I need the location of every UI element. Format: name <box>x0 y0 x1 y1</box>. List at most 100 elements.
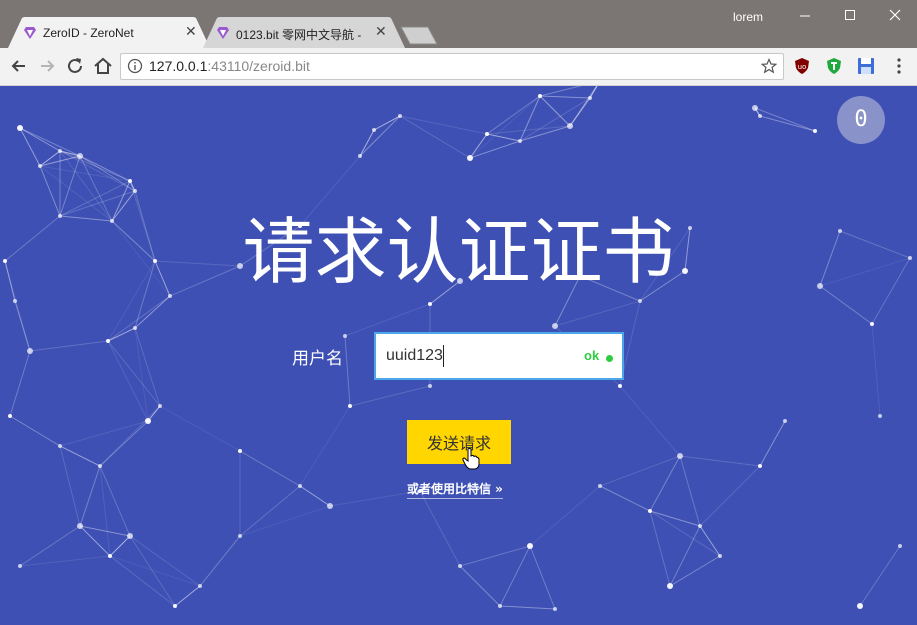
minimize-button[interactable] <box>785 4 825 26</box>
network-node <box>358 154 362 158</box>
forward-button[interactable] <box>36 55 58 77</box>
network-node <box>898 544 902 548</box>
network-node <box>348 404 352 408</box>
network-node <box>518 139 522 143</box>
shield-extension-icon[interactable] <box>825 57 843 75</box>
close-icon <box>889 9 901 21</box>
network-line <box>469 95 541 159</box>
network-line <box>871 323 881 417</box>
network-line <box>599 485 651 512</box>
close-window-button[interactable] <box>875 4 915 26</box>
tab-0123-bit[interactable]: 0123.bit 零网中文导航 - ✕ <box>203 17 405 48</box>
profile-name[interactable]: lorem <box>733 10 763 24</box>
status-dot-icon <box>606 355 613 362</box>
network-line <box>399 115 471 159</box>
tab-zeroid[interactable]: ZeroID - ZeroNet ✕ <box>8 17 210 48</box>
network-node <box>17 125 23 131</box>
network-line <box>109 535 131 557</box>
network-node <box>145 418 151 424</box>
network-node <box>128 179 132 183</box>
zeronet-favicon-icon <box>217 27 229 39</box>
address-bar[interactable]: 127.0.0.1:43110/zeroid.bit <box>120 53 784 80</box>
network-line <box>9 350 31 417</box>
home-button[interactable] <box>92 55 114 77</box>
use-bitmessage-link[interactable]: 或者使用比特信 » <box>407 480 503 499</box>
network-node <box>553 607 557 611</box>
network-node <box>27 348 33 354</box>
network-node <box>428 384 432 388</box>
network-node <box>718 554 722 558</box>
network-line <box>59 150 113 222</box>
url-path: :43110/zeroid.bit <box>207 58 310 74</box>
back-button[interactable] <box>8 55 30 77</box>
network-line <box>859 545 901 607</box>
send-request-button[interactable]: 发送请求 <box>407 420 511 464</box>
username-label: 用户名 <box>292 349 343 369</box>
url-host: 127.0.0.1 <box>149 58 208 74</box>
network-node <box>58 444 62 448</box>
network-line <box>419 490 461 567</box>
network-node <box>878 414 882 418</box>
username-field[interactable]: ok <box>374 332 624 380</box>
network-line <box>679 455 761 467</box>
save-extension-icon[interactable] <box>857 57 875 75</box>
network-line <box>174 585 201 607</box>
network-line <box>107 295 171 342</box>
network-node <box>343 334 347 338</box>
network-node <box>108 554 112 558</box>
network-line <box>344 335 351 407</box>
network-line <box>109 555 176 607</box>
network-line <box>299 405 351 487</box>
maximize-button[interactable] <box>830 4 870 26</box>
ublock-extension-icon[interactable]: uo <box>793 57 811 75</box>
zeronet-favicon-icon <box>24 27 36 39</box>
network-node <box>648 509 652 513</box>
network-node <box>77 153 83 159</box>
network-line <box>399 115 488 135</box>
network-node <box>38 164 42 168</box>
network-line <box>9 415 61 447</box>
network-line <box>134 327 161 407</box>
network-line <box>539 95 571 127</box>
page-title: 请求认证证书 <box>242 210 675 294</box>
tab-close-icon[interactable]: ✕ <box>185 24 197 40</box>
status-ok-text: ok <box>584 348 600 363</box>
network-line <box>499 605 556 610</box>
url-text: 127.0.0.1:43110/zeroid.bit <box>149 58 310 74</box>
network-line <box>554 300 641 327</box>
notification-badge[interactable]: 0 <box>837 96 885 144</box>
network-line <box>569 86 598 127</box>
network-line <box>679 455 701 527</box>
network-node <box>598 484 602 488</box>
network-node <box>127 533 133 539</box>
network-node <box>173 604 177 608</box>
network-node <box>758 464 762 468</box>
network-line <box>599 455 681 487</box>
network-line <box>373 115 401 131</box>
network-line <box>486 133 521 142</box>
network-node <box>428 302 432 306</box>
network-line <box>29 340 109 352</box>
network-node <box>238 534 242 538</box>
network-node <box>813 129 817 133</box>
network-node <box>458 564 462 568</box>
network-line <box>19 127 81 157</box>
network-line <box>459 545 531 567</box>
network-node <box>198 584 202 588</box>
new-tab-button[interactable] <box>400 26 438 45</box>
menu-button[interactable] <box>890 57 908 75</box>
network-line <box>359 115 401 157</box>
network-line <box>129 535 201 587</box>
network-line <box>59 445 101 467</box>
network-node <box>13 299 17 303</box>
info-icon[interactable] <box>127 58 143 74</box>
network-line <box>99 465 111 557</box>
network-line <box>79 525 111 557</box>
network-line <box>59 445 81 527</box>
network-node <box>588 96 592 100</box>
tab-close-icon[interactable]: ✕ <box>375 24 387 40</box>
reload-button[interactable] <box>64 55 86 77</box>
network-line <box>529 485 601 547</box>
bookmark-star-icon[interactable] <box>761 58 777 74</box>
username-input[interactable] <box>386 345 556 367</box>
